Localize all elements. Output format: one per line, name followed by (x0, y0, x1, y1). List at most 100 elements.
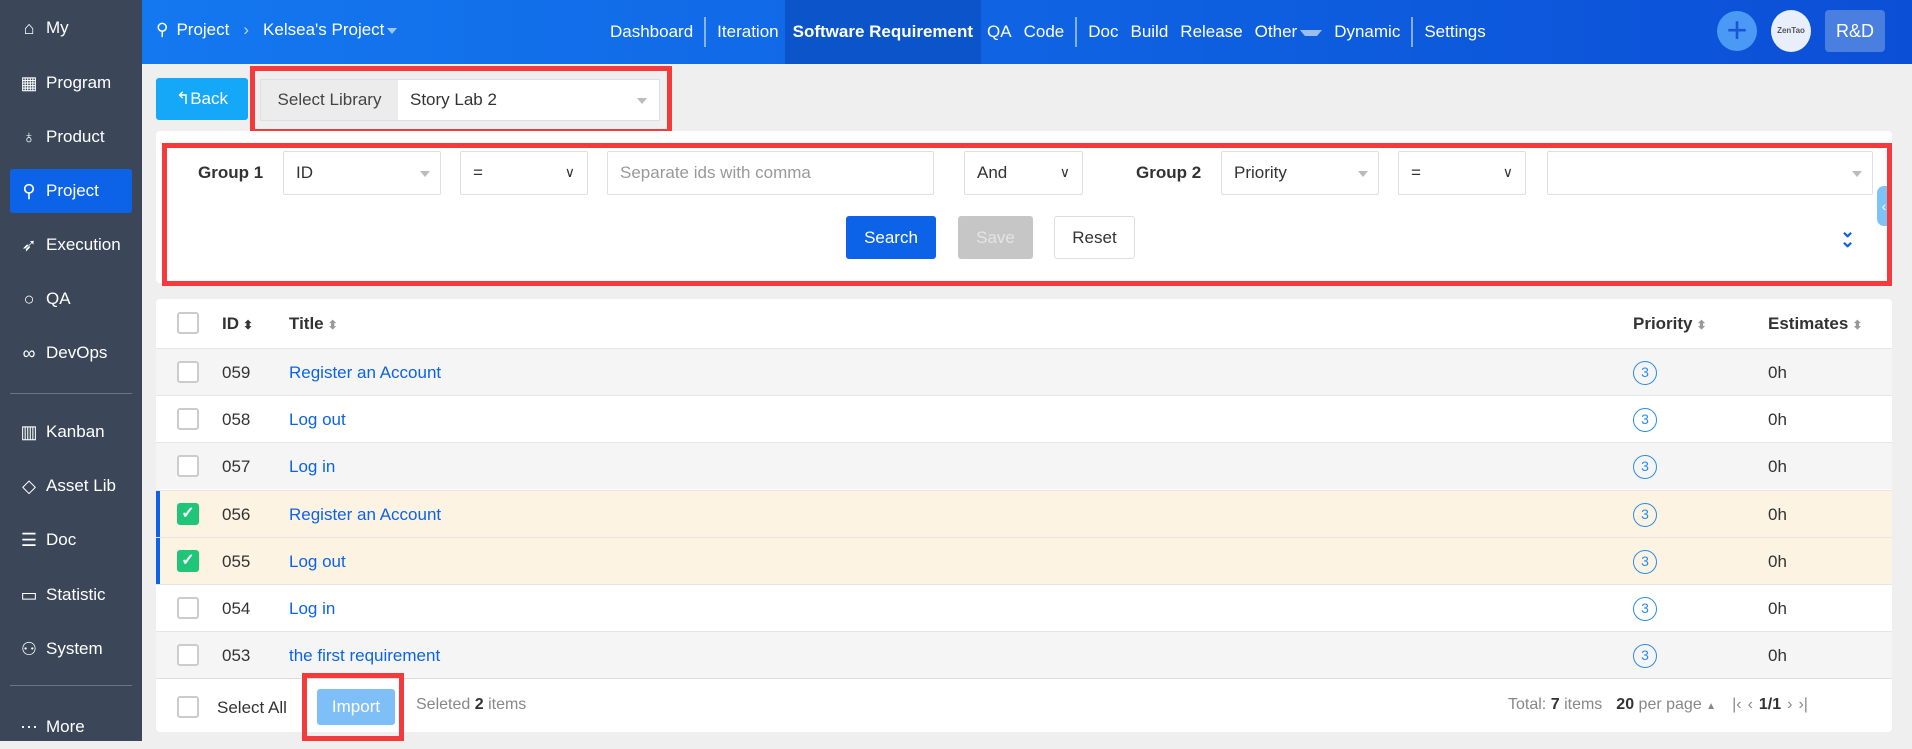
select-all-checkbox[interactable] (177, 696, 199, 718)
sidebar-item-kanban[interactable]: ▥ Kanban (10, 410, 132, 454)
column-priority[interactable]: Priority ⬍ (1633, 314, 1707, 334)
column-estimates[interactable]: Estimates ⬍ (1768, 314, 1862, 334)
caret-down-icon (1358, 171, 1368, 177)
sidebar-item-doc[interactable]: ☰ Doc (10, 518, 132, 562)
side-toggle-tab[interactable]: ‹ (1877, 186, 1891, 226)
save-button[interactable]: Save (958, 216, 1033, 259)
avatar[interactable]: ZenTao (1771, 10, 1811, 52)
team-button[interactable]: R&D (1825, 10, 1885, 52)
home-icon: ⌂ (23, 17, 35, 38)
back-button[interactable]: ↰ Back (156, 78, 248, 120)
caret-up-icon: ▲ (1706, 701, 1717, 712)
table-row[interactable]: 053 the first requirement 3 0h (156, 631, 1892, 679)
field2-value: Priority (1234, 163, 1287, 182)
sidebar-item-devops[interactable]: ∞ DevOps (10, 331, 132, 375)
total-count: 7 (1550, 696, 1560, 713)
sidebar-item-qa[interactable]: ○ QA (10, 277, 132, 321)
row-title-link[interactable]: Register an Account (289, 363, 441, 383)
nav-code[interactable]: Code (1018, 22, 1071, 42)
priority-badge: 3 (1633, 455, 1657, 480)
field1-value: ID (296, 163, 313, 182)
row-checkbox[interactable]: ✓ (177, 502, 199, 525)
caret-down-icon (1852, 171, 1862, 177)
nav-doc[interactable]: Doc (1082, 22, 1124, 42)
select-all-label[interactable]: Select All (217, 698, 287, 718)
row-title-link[interactable]: Log out (289, 410, 346, 430)
nav-iteration[interactable]: Iteration (711, 22, 784, 42)
total-text: Total: 7 items (1508, 696, 1602, 714)
nav-label: Dashboard (610, 22, 694, 41)
sidebar-item-product[interactable]: ♁ Product (10, 115, 132, 159)
table-row[interactable]: 058 Log out 3 0h (156, 395, 1892, 442)
nav-software-requirement[interactable]: Software Requirement (784, 0, 982, 64)
row-title-link[interactable]: the first requirement (289, 646, 440, 666)
caret-down-icon (1300, 29, 1323, 36)
sidebar-item-my[interactable]: ⌂ My (10, 6, 132, 50)
priority-badge: 3 (1633, 597, 1657, 621)
row-checkbox[interactable] (177, 597, 199, 619)
nav-label: Dynamic (1334, 22, 1401, 41)
logic-select[interactable]: And ∨ (964, 151, 1083, 195)
table-row[interactable]: 054 Log in 3 0h (156, 584, 1892, 631)
last-page-icon[interactable]: ›| (1798, 696, 1807, 714)
group2-field-select[interactable]: Priority (1221, 151, 1379, 195)
sidebar-item-statistic[interactable]: ▭ Statistic (10, 573, 132, 617)
first-page-icon[interactable]: |‹ (1732, 696, 1741, 714)
row-estimate: 0h (1768, 599, 1787, 618)
sort-icon: ⬍ (327, 318, 338, 332)
table-row[interactable]: ✓ 055 Log out 3 0h (156, 536, 1892, 585)
column-title[interactable]: Title ⬍ (289, 314, 338, 334)
rocket-icon: ⚲ (22, 180, 36, 201)
column-id[interactable]: ID ⬍ (222, 314, 253, 334)
row-checkbox[interactable]: ✓ (177, 549, 199, 572)
sidebar-item-system[interactable]: ⚇ System (10, 627, 132, 671)
search-button[interactable]: Search (846, 216, 936, 259)
nav-dashboard[interactable]: Dashboard (604, 22, 699, 42)
expand-double-chevron-icon[interactable]: ⌄ ⌄ (1840, 222, 1855, 250)
plus-icon[interactable]: + (1717, 11, 1757, 51)
group1-operator-select[interactable]: = ∨ (460, 151, 588, 195)
table-row[interactable]: 057 Log in 3 0h (156, 442, 1892, 490)
sidebar-item-asset-lib[interactable]: ◇ Asset Lib (10, 464, 132, 508)
row-title-link[interactable]: Log out (289, 552, 346, 572)
table-row[interactable]: 059 Register an Account 3 0h (156, 348, 1892, 395)
diamond-icon: ◇ (22, 475, 36, 496)
prev-page-icon[interactable]: ‹ (1748, 696, 1753, 714)
table-row[interactable]: ✓ 056 Register an Account 3 0h (156, 489, 1892, 538)
group1-value-input[interactable]: Separate ids with comma (607, 151, 934, 195)
group1-label: Group 1 (198, 163, 264, 182)
row-checkbox[interactable] (177, 361, 199, 383)
nav-settings[interactable]: Settings (1418, 22, 1491, 42)
nav-build[interactable]: Build (1124, 22, 1174, 42)
row-title-link[interactable]: Log in (289, 599, 335, 619)
next-page-icon[interactable]: › (1787, 696, 1792, 714)
more-icon: ⋯ (20, 716, 38, 737)
reset-button[interactable]: Reset (1054, 216, 1135, 259)
sidebar-item-project[interactable]: ⚲ Project (10, 169, 132, 213)
import-button[interactable]: Import (317, 689, 395, 725)
row-id: 056 (222, 504, 251, 524)
sidebar-item-execution[interactable]: ➶ Execution (10, 223, 132, 267)
row-checkbox[interactable] (177, 644, 199, 667)
breadcrumb-project[interactable]: Project (176, 20, 229, 40)
back-label: Back (190, 89, 229, 108)
nav-release[interactable]: Release (1174, 22, 1248, 42)
sidebar-item-program[interactable]: ▦ Program (10, 61, 132, 105)
header-checkbox[interactable] (177, 312, 199, 334)
group2-operator-select[interactable]: = ∨ (1398, 151, 1526, 195)
nav-qa[interactable]: QA (981, 22, 1018, 42)
sidebar-item-more[interactable]: ⋯ More (10, 705, 132, 749)
row-checkbox[interactable] (177, 408, 199, 431)
nav-other[interactable]: Other (1249, 22, 1329, 42)
group2-label: Group 2 (1136, 163, 1202, 182)
row-checkbox[interactable] (177, 455, 199, 478)
nav-dynamic[interactable]: Dynamic (1328, 22, 1406, 42)
column-label: Title (289, 314, 324, 333)
group1-field-select[interactable]: ID (283, 151, 441, 195)
project-switcher[interactable]: Kelsea's Project (263, 20, 398, 40)
library-select[interactable]: Story Lab 2 (398, 80, 659, 120)
per-page-select[interactable]: 20 per page ▲ (1616, 696, 1716, 714)
row-title-link[interactable]: Register an Account (289, 505, 441, 525)
group2-value-select[interactable] (1547, 151, 1873, 195)
row-title-link[interactable]: Log in (289, 457, 335, 477)
